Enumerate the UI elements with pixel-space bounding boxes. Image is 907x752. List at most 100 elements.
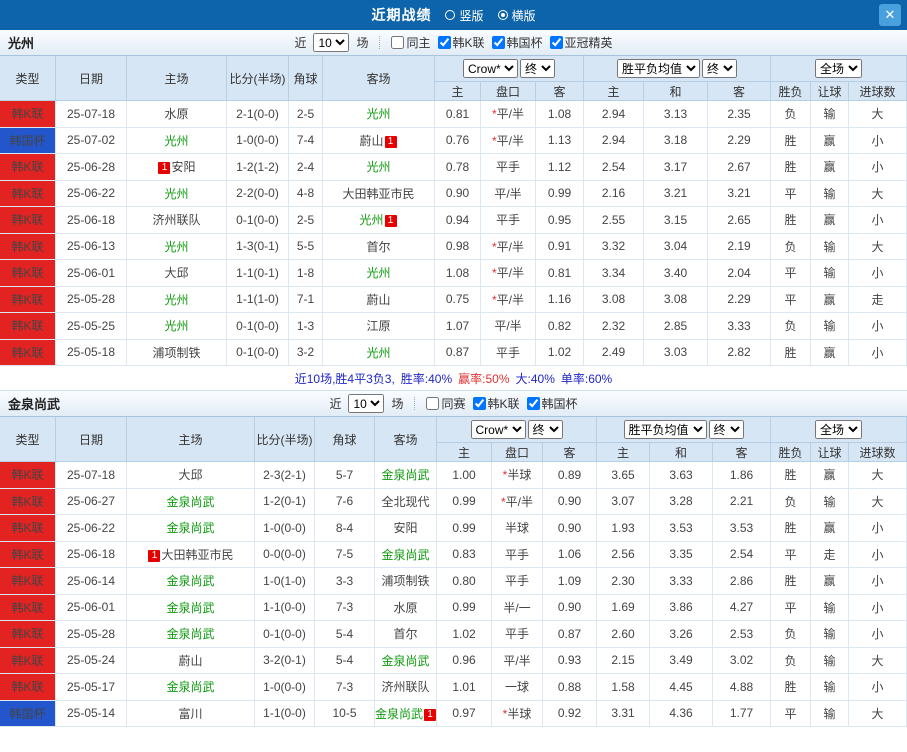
league-tag: 韩国杯 (0, 700, 56, 727)
team-link[interactable]: 金泉尚武 (381, 468, 429, 482)
ah-home-odds: 0.94 (435, 207, 481, 234)
filter-checkbox-0[interactable]: 同主 (391, 34, 431, 51)
eu-home-odds: 2.15 (597, 647, 651, 674)
team-link[interactable]: 水原 (164, 107, 188, 121)
league-tag: 韩K联 (0, 233, 56, 260)
recent-count-select[interactable]: 10 (348, 394, 385, 413)
odds-company-select[interactable]: Crow* (463, 59, 519, 78)
sub-column-header: 主 (584, 82, 645, 101)
team-link[interactable]: 光州 (359, 213, 383, 227)
scope-select[interactable]: 全场 (815, 59, 863, 78)
team-link[interactable]: 金泉尚武 (166, 521, 214, 535)
recent-count-select[interactable]: 10 (313, 33, 350, 52)
team-link[interactable]: 大田韩亚市民 (342, 187, 414, 201)
odds-time-select[interactable]: 终 (527, 420, 563, 439)
eu-home-odds: 2.55 (584, 207, 645, 234)
team-link[interactable]: 安阳 (393, 521, 417, 535)
team-link[interactable]: 光州 (366, 346, 390, 360)
team-link[interactable]: 富川 (178, 707, 202, 721)
team-link[interactable]: 大邱 (164, 266, 188, 280)
team-link[interactable]: 光州 (164, 240, 188, 254)
team-link[interactable]: 浦项制铁 (381, 574, 429, 588)
checkbox-input[interactable] (549, 36, 563, 49)
filter-checkbox-1[interactable]: 韩K联 (437, 34, 485, 51)
team-link[interactable]: 蔚山 (366, 293, 390, 307)
filter-checkbox-1[interactable]: 韩K联 (472, 395, 520, 412)
checkbox-input[interactable] (426, 397, 440, 410)
column-header: 主场 (127, 56, 227, 101)
team-link[interactable]: 光州 (164, 134, 188, 148)
result-goals: 大 (849, 488, 907, 515)
filter-divider (414, 397, 416, 410)
team-link[interactable]: 光州 (164, 319, 188, 333)
team-link[interactable]: 金泉尚武 (375, 707, 423, 721)
league-tag: 韩K联 (0, 541, 56, 568)
layout-radio-vertical[interactable]: 竖版 (445, 7, 484, 24)
checkbox-input[interactable] (526, 397, 540, 410)
team-link[interactable]: 金泉尚武 (381, 654, 429, 668)
team-link[interactable]: 首尔 (393, 627, 417, 641)
eu-home-odds: 2.16 (584, 180, 645, 207)
summary-part: 近10场,胜4平3负3, (294, 371, 395, 386)
europe-avg-select[interactable]: 胜平负均值 (617, 59, 701, 78)
eu-away-odds: 3.53 (713, 515, 772, 542)
filter-checkbox-2[interactable]: 韩国杯 (526, 395, 578, 412)
close-button[interactable]: ✕ (879, 4, 901, 26)
result-wdl: 负 (771, 101, 812, 128)
sub-column-header: 让球 (811, 82, 850, 101)
team-link[interactable]: 金泉尚武 (381, 548, 429, 562)
team-link[interactable]: 水原 (393, 601, 417, 615)
filter-checkbox-2[interactable]: 韩国杯 (491, 34, 543, 51)
team-link[interactable]: 金泉尚武 (166, 627, 214, 641)
team-link[interactable]: 金泉尚武 (166, 574, 214, 588)
odds-company-select[interactable]: Crow* (470, 420, 526, 439)
filter-checkbox-0[interactable]: 同赛 (426, 395, 466, 412)
team-link[interactable]: 光州 (366, 107, 390, 121)
europe-time-select[interactable]: 终 (702, 59, 738, 78)
column-header: 日期 (56, 417, 127, 462)
team-link[interactable]: 浦项制铁 (152, 346, 200, 360)
score: 1-0(0-0) (227, 127, 289, 154)
europe-time-select[interactable]: 终 (708, 420, 744, 439)
ah-away-odds: 0.93 (543, 647, 598, 674)
match-row: 韩国杯 25-05-14 富川 1-1(0-0) 10-5 金泉尚武 1 0.97 *半球 0.9… (0, 700, 907, 727)
score: 1-2(0-1) (255, 488, 315, 515)
team-link[interactable]: 蔚山 (178, 654, 202, 668)
team-link[interactable]: 大田韩亚市民 (161, 548, 233, 562)
team-link[interactable]: 金泉尚武 (166, 680, 214, 694)
result-goals: 小 (849, 154, 907, 181)
team-link[interactable]: 首尔 (366, 240, 390, 254)
score: 1-1(0-0) (255, 700, 315, 727)
team-link[interactable]: 金泉尚武 (166, 601, 214, 615)
team-link[interactable]: 济州联队 (381, 680, 429, 694)
corners: 5-4 (315, 647, 375, 674)
team-link[interactable]: 蔚山 (359, 134, 383, 148)
europe-group-header: 胜平负均值终 (584, 56, 772, 82)
layout-radio-horizontal[interactable]: 横版 (497, 7, 536, 24)
checkbox-input[interactable] (472, 397, 486, 410)
team-link[interactable]: 济州联队 (152, 213, 200, 227)
team-link[interactable]: 光州 (366, 266, 390, 280)
europe-avg-select[interactable]: 胜平负均值 (623, 420, 707, 439)
eu-draw-odds: 4.45 (650, 674, 714, 701)
team-link[interactable]: 江原 (366, 319, 390, 333)
team-link[interactable]: 光州 (164, 187, 188, 201)
checkbox-input[interactable] (491, 36, 505, 49)
column-header: 比分(半场) (255, 417, 315, 462)
scope-select[interactable]: 全场 (815, 420, 863, 439)
ah-home-odds: 0.83 (437, 541, 492, 568)
team-link[interactable]: 光州 (366, 160, 390, 174)
ah-home-odds: 0.97 (437, 700, 492, 727)
odds-time-select[interactable]: 终 (520, 59, 556, 78)
league-tag: 韩K联 (0, 154, 56, 181)
team-link[interactable]: 全北现代 (381, 495, 429, 509)
column-header: 比分(半场) (227, 56, 289, 101)
team-link[interactable]: 金泉尚武 (166, 495, 214, 509)
team-link[interactable]: 安阳 (171, 160, 195, 174)
team-link[interactable]: 光州 (164, 293, 188, 307)
checkbox-input[interactable] (391, 36, 405, 49)
team-link[interactable]: 大邱 (178, 468, 202, 482)
ah-home-odds: 0.90 (435, 180, 481, 207)
checkbox-input[interactable] (437, 36, 451, 49)
filter-checkbox-3[interactable]: 亚冠精英 (549, 34, 613, 51)
